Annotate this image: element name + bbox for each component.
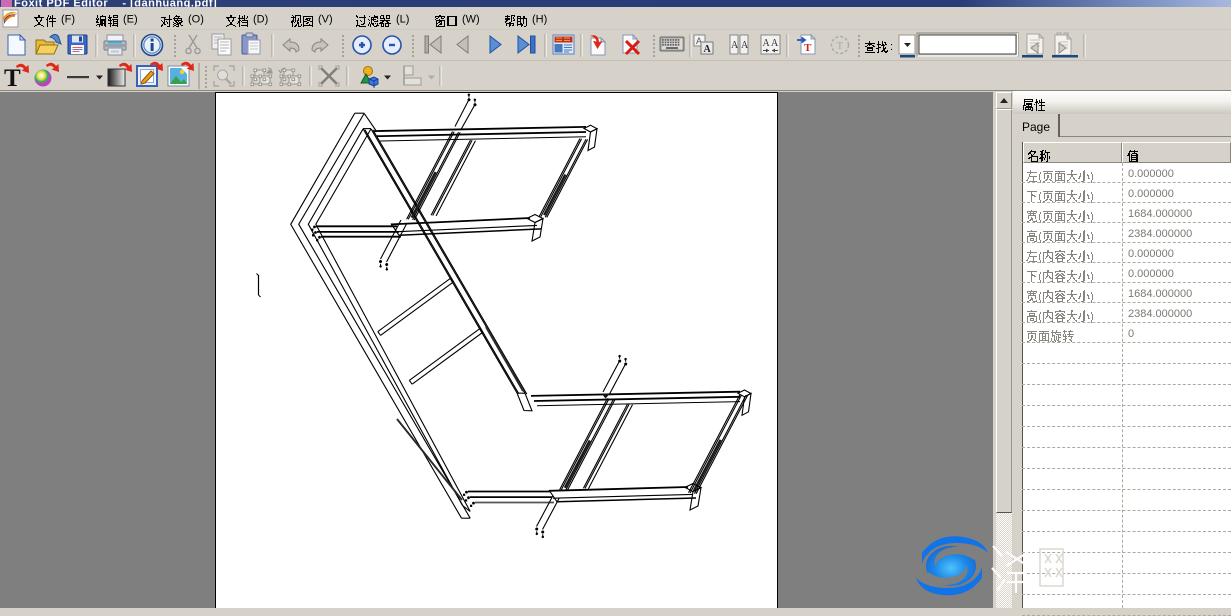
svg-text:(E): (E) [123, 14, 138, 26]
svg-text:2384.000000: 2384.000000 [1128, 228, 1192, 240]
svg-text:Foxit PDF Editor - [danhuan: Foxit PDF Editor - [danhuang.pdf] [14, 0, 217, 10]
svg-text:(F): (F) [61, 14, 75, 26]
svg-text:(V): (V) [318, 14, 333, 26]
svg-text:0.000000: 0.000000 [1128, 248, 1174, 260]
svg-text:(L): (L) [396, 14, 409, 26]
svg-text:A: A [741, 40, 749, 51]
svg-text:0: 0 [1128, 328, 1134, 340]
svg-text:(H): (H) [532, 14, 547, 26]
svg-text:2384.000000: 2384.000000 [1128, 308, 1192, 320]
svg-text:T: T [837, 40, 844, 52]
svg-text:T: T [4, 65, 21, 92]
svg-text:A: A [771, 38, 779, 49]
svg-text:1684.000000: 1684.000000 [1128, 208, 1192, 220]
svg-text:0.000000: 0.000000 [1128, 188, 1174, 200]
svg-text:(W): (W) [462, 14, 480, 26]
svg-text::: : [890, 41, 893, 53]
svg-text:A: A [704, 44, 712, 55]
svg-text:(O): (O) [188, 14, 204, 26]
svg-text:T: T [804, 42, 812, 54]
svg-text:1684.000000: 1684.000000 [1128, 288, 1192, 300]
svg-text:0.000000: 0.000000 [1128, 168, 1174, 180]
svg-text:(D): (D) [253, 14, 268, 26]
svg-text:A: A [731, 40, 739, 51]
svg-text:0.000000: 0.000000 [1128, 268, 1174, 280]
svg-text:A: A [763, 38, 771, 49]
svg-text:Page: Page [1022, 120, 1050, 134]
